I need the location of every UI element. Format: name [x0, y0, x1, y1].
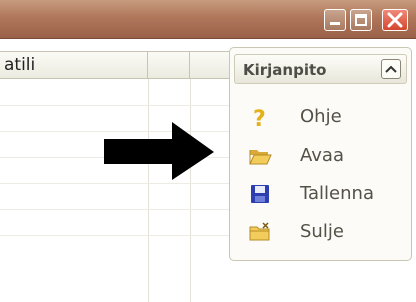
task-pane: Kirjanpito ? Ohje Avaa Tallenna Sulje: [229, 47, 412, 261]
save-disk-icon: [251, 185, 269, 203]
task-item-label: Ohje: [300, 106, 342, 127]
task-item-help[interactable]: ? Ohje: [240, 102, 400, 132]
pointer-arrow-icon: [104, 122, 214, 180]
grid-line: [190, 79, 191, 302]
window-titlebar: [0, 0, 416, 39]
minimize-button[interactable]: [324, 9, 346, 31]
chevron-up-icon: [385, 65, 397, 73]
column-header[interactable]: [190, 51, 230, 79]
column-header[interactable]: atili: [0, 51, 148, 79]
task-item-label: Sulje: [300, 221, 344, 242]
maximize-button[interactable]: [350, 9, 372, 31]
close-folder-icon: [249, 222, 270, 241]
task-item-close[interactable]: Sulje: [240, 217, 400, 247]
grid-line: [148, 79, 149, 302]
grid-line: [0, 235, 230, 236]
collapse-button[interactable]: [381, 59, 401, 79]
task-item-save[interactable]: Tallenna: [240, 179, 400, 209]
close-icon: [387, 12, 403, 28]
maximize-icon: [355, 14, 367, 26]
grid-line: [0, 209, 230, 210]
task-item-label: Avaa: [300, 145, 344, 166]
minimize-icon: [330, 22, 340, 25]
task-pane-title: Kirjanpito: [243, 61, 327, 79]
grid-line: [0, 105, 230, 106]
svg-text:?: ?: [253, 107, 266, 129]
open-folder-icon: [249, 150, 272, 165]
task-item-label: Tallenna: [300, 183, 374, 204]
grid-line: [0, 183, 230, 184]
column-header[interactable]: [148, 51, 190, 79]
close-button[interactable]: [382, 9, 408, 31]
help-icon: ?: [253, 107, 266, 129]
task-item-open[interactable]: Avaa: [240, 141, 400, 171]
task-pane-header: Kirjanpito: [234, 54, 407, 84]
